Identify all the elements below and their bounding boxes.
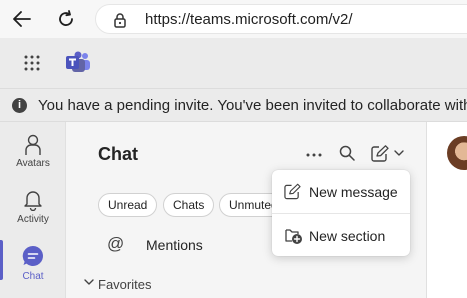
rail-item-activity[interactable]: Activity (0, 186, 66, 236)
new-section-icon (285, 229, 302, 244)
teams-logo-icon (66, 51, 90, 72)
app-rail: Avatars Activity Chat (0, 122, 66, 298)
at-sign-icon: @ (107, 234, 125, 253)
rail-label-activity: Activity (17, 214, 49, 225)
rail-item-avatars[interactable]: Avatars (0, 130, 66, 180)
refresh-icon (59, 10, 73, 26)
browser-toolbar: https://teams.microsoft.com/v2/ (0, 0, 467, 38)
chevron-down-icon[interactable] (394, 150, 404, 157)
lock-icon (114, 13, 126, 28)
avatar[interactable] (447, 136, 467, 170)
filter-unread[interactable]: Unread (98, 193, 158, 217)
favorites-label: Favorites (98, 277, 152, 292)
menu-item-new-message[interactable]: New message (272, 172, 410, 212)
menu-label-new-message: New message (309, 184, 398, 200)
avatar-person-icon (25, 134, 41, 155)
chat-icon (22, 245, 43, 266)
address-bar[interactable]: https://teams.microsoft.com/v2/ (95, 4, 467, 34)
refresh-button[interactable] (55, 8, 77, 30)
search-icon[interactable] (339, 145, 355, 161)
teams-window: https://teams.microsoft.com/v2/ i You ha… (0, 0, 467, 298)
more-dots-icon (306, 153, 322, 157)
app-launcher-icon[interactable] (24, 55, 40, 71)
new-chat-menu: New message New section (272, 170, 410, 256)
compose-icon[interactable] (371, 145, 389, 162)
rail-label-avatars: Avatars (16, 158, 50, 169)
mentions-label: Mentions (146, 237, 203, 253)
more-options-button[interactable] (306, 144, 322, 162)
teams-header (0, 38, 467, 88)
info-icon: i (12, 98, 27, 113)
menu-label-new-section: New section (309, 228, 386, 244)
chevron-down-icon (84, 279, 94, 285)
conversation-pane (426, 122, 467, 298)
rail-label-chat: Chat (22, 271, 44, 282)
compose-icon (284, 183, 301, 200)
url-text: https://teams.microsoft.com/v2/ (145, 11, 353, 28)
rail-item-chat[interactable]: Chat (0, 242, 66, 292)
menu-divider (272, 213, 410, 214)
menu-item-new-section[interactable]: New section (272, 216, 410, 256)
back-arrow-icon (13, 11, 31, 27)
pending-invite-banner: i You have a pending invite. You've been… (0, 88, 467, 122)
filter-chats[interactable]: Chats (163, 193, 215, 217)
banner-text: You have a pending invite. You've been i… (38, 97, 467, 114)
back-button[interactable] (11, 8, 33, 30)
bell-icon (24, 191, 42, 211)
page-title: Chat (98, 144, 138, 164)
